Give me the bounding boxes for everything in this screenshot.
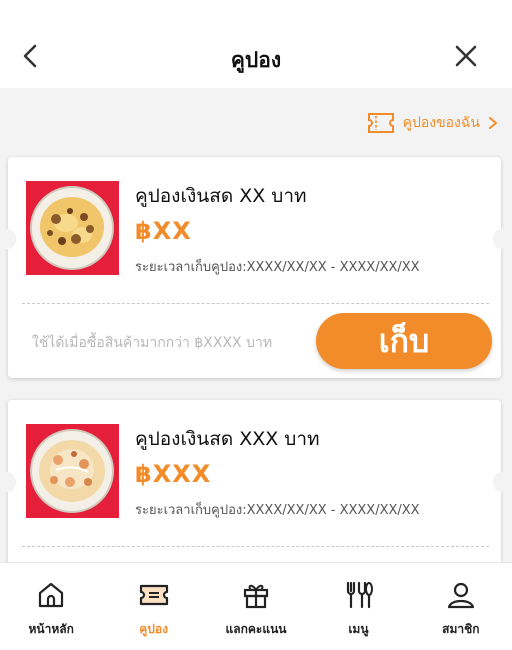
coupon-card: คูปองเงินสด XX บาท ฿XX ระยะเวลาเก็บคูปอง… xyxy=(0,157,509,378)
nav-item-home[interactable]: หน้าหลัก xyxy=(0,563,102,650)
nav-label: หน้าหลัก xyxy=(28,622,74,636)
ticket-notch xyxy=(0,229,16,249)
bottom-nav: หน้าหลัก คูปอง แลกคะแนน เมนู สมาชิก xyxy=(0,562,512,650)
coupon-period: ระยะเวลาเก็บคูปอง:XXXX/XX/XX - XXXX/XX/X… xyxy=(135,503,420,518)
nav-label: สมาชิก xyxy=(442,622,480,636)
divider xyxy=(22,546,489,547)
coupon-title: คูปองเงินสด XX บาท xyxy=(135,185,307,207)
ticket-notch xyxy=(493,229,509,249)
coupon-food-image xyxy=(26,181,119,275)
user-icon xyxy=(447,582,474,609)
my-coupons-label: คูปองของฉัน xyxy=(402,115,480,131)
utensils-icon xyxy=(347,581,374,609)
page-title: คูปอง xyxy=(230,48,282,72)
home-icon xyxy=(39,582,64,608)
nav-item-rewards[interactable]: แลกคะแนน xyxy=(205,563,307,650)
nav-item-coupon[interactable]: คูปอง xyxy=(102,563,204,650)
nav-item-member[interactable]: สมาชิก xyxy=(410,563,512,650)
top-bar: คูปอง xyxy=(0,0,512,88)
chevron-right-icon xyxy=(489,117,497,129)
coupon-amount: ฿XX xyxy=(135,217,192,245)
coupon-title: คูปองเงินสด XXX บาท xyxy=(135,428,320,450)
nav-label: คูปอง xyxy=(139,622,168,636)
coupon-amount: ฿XXX xyxy=(135,460,212,488)
coupon-period: ระยะเวลาเก็บคูปอง:XXXX/XX/XX - XXXX/XX/X… xyxy=(135,260,420,275)
collect-button[interactable]: เก็บ xyxy=(316,313,492,369)
nav-label: แลกคะแนน xyxy=(225,622,287,636)
gift-icon xyxy=(243,584,269,609)
coupon-card: คูปองเงินสด XXX บาท ฿XXX ระยะเวลาเก็บคูป… xyxy=(0,400,509,580)
ticket-icon xyxy=(367,113,394,133)
nav-label: เมนู xyxy=(348,622,369,636)
my-coupons-link[interactable]: คูปองของฉัน xyxy=(367,110,500,136)
coupon-food-image xyxy=(26,424,119,518)
nav-item-menu[interactable]: เมนู xyxy=(307,563,409,650)
divider xyxy=(22,303,489,304)
ticket-notch xyxy=(493,472,509,492)
coupon-condition: ใช้ได้เมื่อซื้อสินค้ามากกว่า ฿XXXX บาท xyxy=(32,335,273,351)
ticket-notch xyxy=(0,472,16,492)
coupon-icon xyxy=(139,584,168,606)
close-icon[interactable] xyxy=(454,44,478,68)
